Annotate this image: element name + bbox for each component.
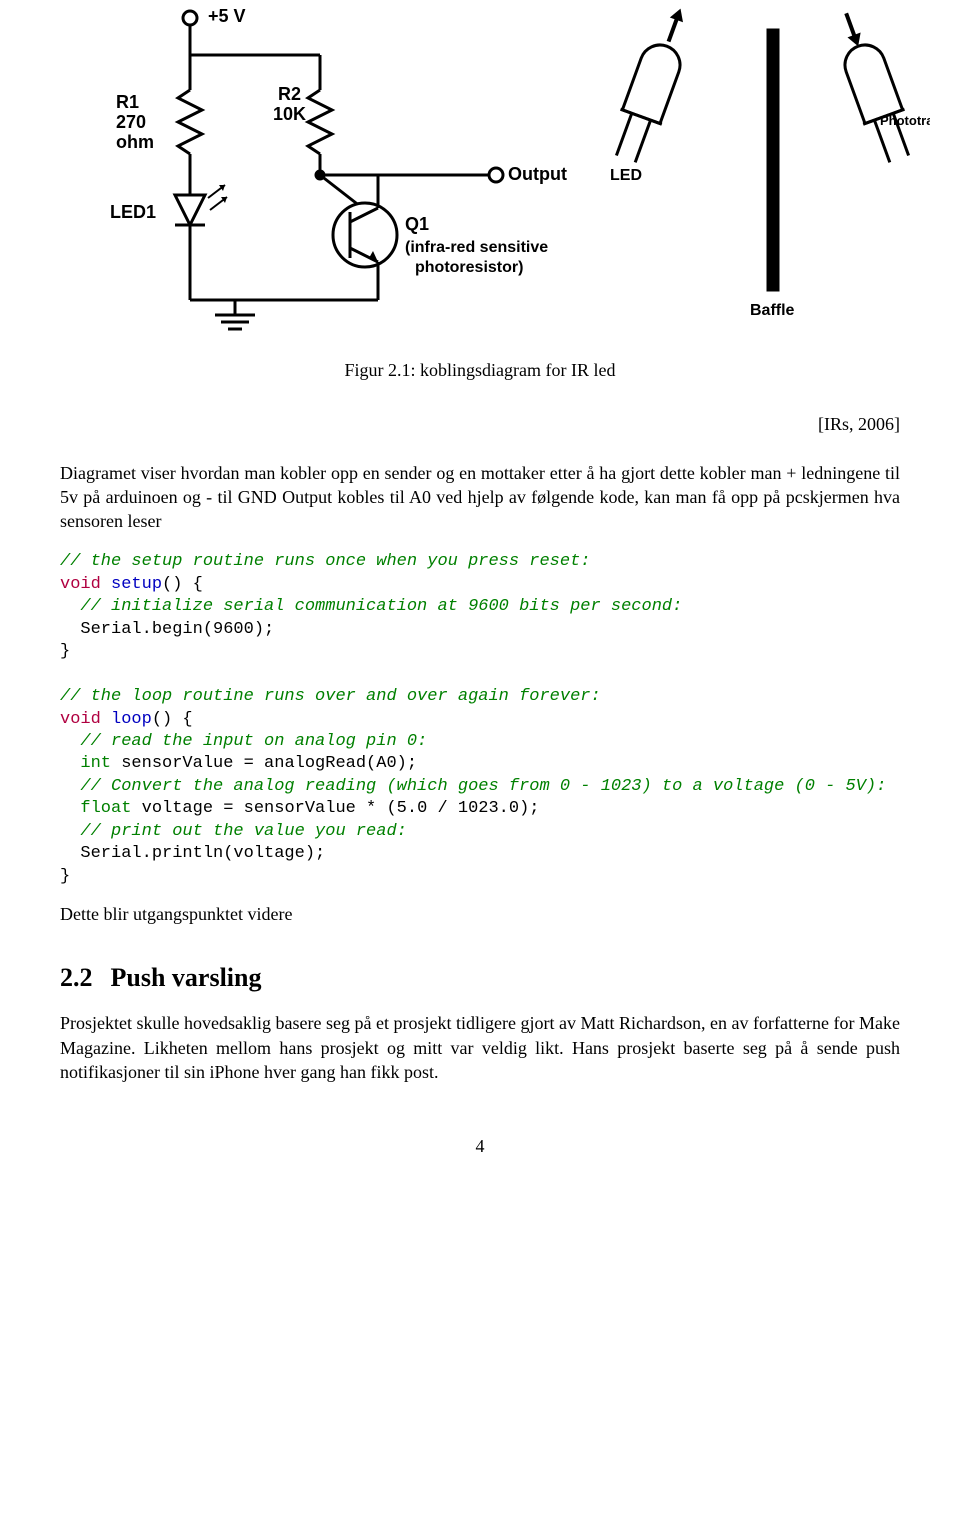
page-number: 4 [60, 1134, 900, 1158]
section-number: 2.2 [60, 963, 93, 992]
figure-2-1: +5 V R1 270 ohm LED1 R2 10K Q1 (infra-re… [60, 0, 900, 437]
label-r2: R2 [278, 84, 301, 104]
code-block-setup: // the setup routine runs once when you … [60, 551, 900, 888]
paragraph-2: Dette blir utgangspunktet videre [60, 902, 900, 926]
label-q1-desc2: photoresistor) [415, 259, 523, 276]
label-r2-val: 10K [273, 104, 306, 124]
label-r1: R1 [116, 92, 139, 112]
label-vcc: +5 V [208, 6, 246, 26]
label-q1: Q1 [405, 214, 429, 234]
figure-caption: Figur 2.1: koblingsdiagram for IR led [60, 358, 900, 382]
label-q1-desc1: (infra-red sensitive [405, 239, 548, 256]
label-photo-right: Phototransistor [880, 113, 930, 128]
label-r1-unit: ohm [116, 132, 154, 152]
label-r1-val: 270 [116, 112, 146, 132]
schematic-svg: +5 V R1 270 ohm LED1 R2 10K Q1 (infra-re… [60, 0, 930, 340]
label-led-right: LED [610, 167, 642, 184]
label-baffle: Baffle [750, 302, 795, 319]
paragraph-1: Diagramet viser hvordan man kobler opp e… [60, 461, 900, 534]
section-heading: 2.2 Push varsling [60, 960, 900, 995]
paragraph-3: Prosjektet skulle hovedsaklig basere seg… [60, 1011, 900, 1084]
label-output: Output [508, 164, 567, 184]
figure-citation: [IRs, 2006] [60, 412, 900, 436]
section-title: Push varsling [111, 963, 262, 992]
label-led1: LED1 [110, 202, 156, 222]
